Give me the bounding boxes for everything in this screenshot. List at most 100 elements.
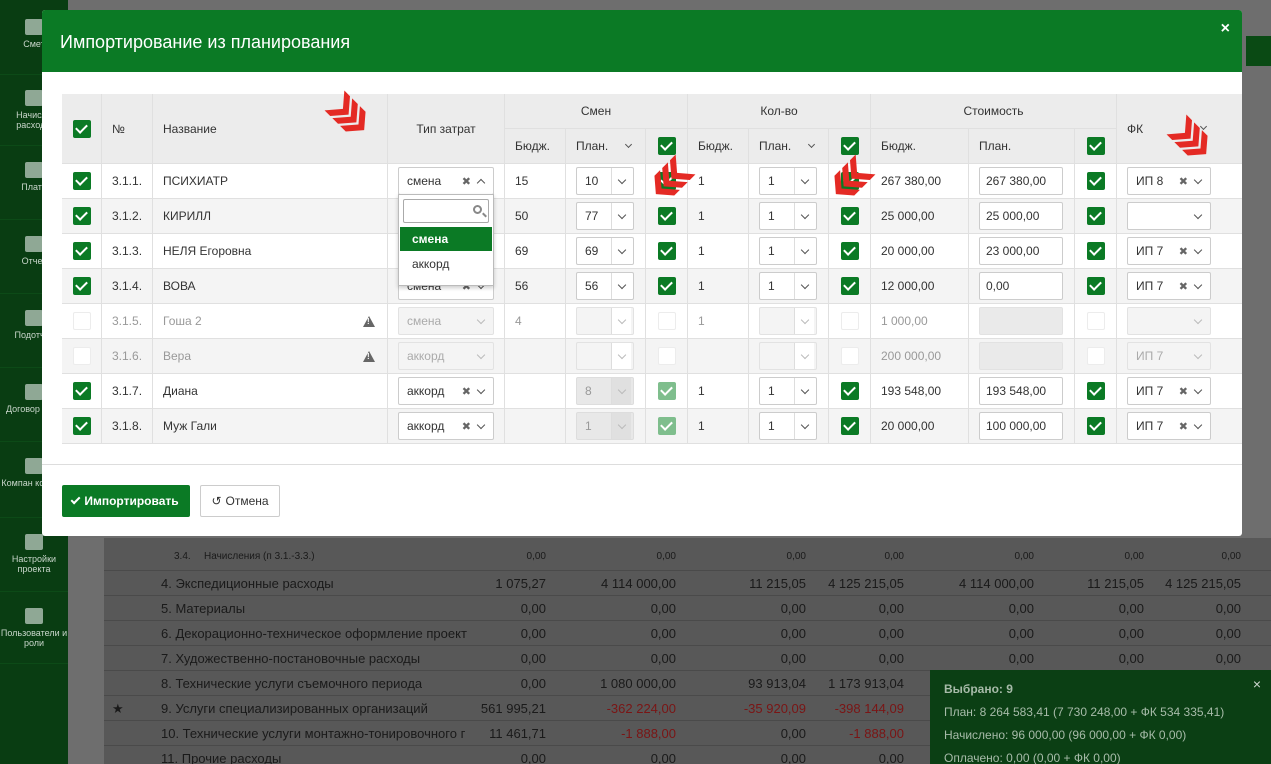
qty-plan-select[interactable]: 1	[759, 272, 817, 300]
row-checkbox[interactable]	[73, 277, 91, 295]
cost-checkbox[interactable]	[1087, 417, 1105, 435]
dropdown-option[interactable]: смена	[400, 227, 492, 251]
chevron-down-icon[interactable]	[471, 413, 491, 439]
qty-plan-select[interactable]: 1	[759, 237, 817, 265]
shifts-checkbox[interactable]	[658, 277, 676, 295]
chevron-down-icon[interactable]	[611, 273, 631, 299]
fk-select[interactable]: ИП 8 ✖	[1127, 167, 1211, 195]
chevron-down-icon[interactable]	[471, 343, 491, 369]
shifts-plan-select[interactable]: 77	[576, 202, 634, 230]
shifts-plan-select[interactable]	[576, 342, 634, 370]
clear-icon[interactable]: ✖	[1179, 385, 1188, 398]
cost-checkbox[interactable]	[1087, 347, 1105, 365]
dropdown-search-input[interactable]	[403, 199, 489, 223]
chevron-down-icon[interactable]	[1188, 308, 1208, 334]
fk-select[interactable]: ИП 7 ✖	[1127, 237, 1211, 265]
cancel-button[interactable]: ↺ Отмена	[200, 485, 280, 517]
chevron-down-icon[interactable]	[794, 168, 814, 194]
chevron-down-icon[interactable]	[807, 140, 816, 149]
cost-type-select[interactable]: аккорд	[398, 342, 494, 370]
cost-plan-input[interactable]: 23 000,00	[979, 237, 1063, 265]
qty-checkbox[interactable]	[841, 417, 859, 435]
cost-checkbox[interactable]	[1087, 277, 1105, 295]
chevron-down-icon[interactable]	[611, 343, 631, 369]
chevron-down-icon[interactable]	[1188, 378, 1208, 404]
chevron-down-icon[interactable]	[471, 308, 491, 334]
fk-select[interactable]	[1127, 307, 1211, 335]
fk-select[interactable]: ИП 7 ✖	[1127, 272, 1211, 300]
shifts-plan-select[interactable]	[576, 307, 634, 335]
fk-select[interactable]: ИП 7 ✖	[1127, 412, 1211, 440]
chevron-down-icon[interactable]	[1188, 203, 1208, 229]
chevron-down-icon[interactable]	[1188, 168, 1208, 194]
row-checkbox[interactable]	[73, 172, 91, 190]
cost-plan-input[interactable]: 193 548,00	[979, 377, 1063, 405]
qty-checkbox[interactable]	[841, 312, 859, 330]
sidebar-item-8[interactable]: Пользователи и роли	[0, 594, 68, 664]
row-checkbox[interactable]	[73, 312, 91, 330]
clear-icon[interactable]: ✖	[1179, 280, 1188, 293]
chevron-down-icon[interactable]	[1188, 238, 1208, 264]
chevron-down-icon[interactable]	[611, 168, 631, 194]
cost-checkbox[interactable]	[1087, 312, 1105, 330]
dropdown-option[interactable]: аккорд	[400, 252, 492, 276]
chevron-down-icon[interactable]	[1188, 343, 1208, 369]
qty-checkbox[interactable]	[841, 277, 859, 295]
shifts-plan-select[interactable]: 69	[576, 237, 634, 265]
chevron-down-icon[interactable]	[611, 413, 631, 439]
modal-close-icon[interactable]: ×	[1221, 20, 1230, 38]
cost-type-select[interactable]: аккорд ✖	[398, 377, 494, 405]
chevron-down-icon[interactable]	[794, 378, 814, 404]
qty-plan-select[interactable]: 1	[759, 167, 817, 195]
row-checkbox[interactable]	[73, 382, 91, 400]
chevron-down-icon[interactable]	[794, 238, 814, 264]
qty-plan-select[interactable]: 1	[759, 377, 817, 405]
cost-plan-input[interactable]: 267 380,00	[979, 167, 1063, 195]
shifts-checkbox[interactable]	[658, 347, 676, 365]
chevron-up-icon[interactable]	[471, 168, 491, 194]
chevron-down-icon[interactable]	[611, 308, 631, 334]
column-select-checkbox[interactable]	[1087, 137, 1105, 155]
qty-checkbox[interactable]	[841, 347, 859, 365]
shifts-checkbox[interactable]	[658, 312, 676, 330]
fk-select[interactable]	[1127, 202, 1211, 230]
chevron-down-icon[interactable]	[624, 140, 633, 149]
chevron-down-icon[interactable]	[471, 378, 491, 404]
cost-plan-input[interactable]: 0,00	[979, 272, 1063, 300]
row-checkbox[interactable]	[73, 242, 91, 260]
cost-checkbox[interactable]	[1087, 382, 1105, 400]
import-button[interactable]: Импортировать	[62, 485, 190, 517]
chevron-down-icon[interactable]	[794, 413, 814, 439]
select-all-checkbox[interactable]	[73, 120, 91, 138]
row-checkbox[interactable]	[73, 347, 91, 365]
chevron-down-icon[interactable]	[794, 343, 814, 369]
cost-plan-input[interactable]	[979, 307, 1063, 335]
chevron-down-icon[interactable]	[794, 308, 814, 334]
clear-icon[interactable]: ✖	[1179, 175, 1188, 188]
shifts-checkbox[interactable]	[658, 242, 676, 260]
clear-icon[interactable]: ✖	[462, 420, 471, 433]
fk-select[interactable]: ИП 7	[1127, 342, 1211, 370]
qty-plan-select[interactable]	[759, 307, 817, 335]
chevron-down-icon[interactable]	[794, 273, 814, 299]
cost-plan-input[interactable]: 25 000,00	[979, 202, 1063, 230]
cost-checkbox[interactable]	[1087, 172, 1105, 190]
summary-close-icon[interactable]: ×	[1253, 676, 1261, 692]
row-checkbox[interactable]	[73, 207, 91, 225]
qty-plan-select[interactable]: 1	[759, 202, 817, 230]
shifts-checkbox[interactable]	[658, 417, 676, 435]
chevron-down-icon[interactable]	[1188, 273, 1208, 299]
cost-checkbox[interactable]	[1087, 207, 1105, 225]
clear-icon[interactable]: ✖	[1179, 420, 1188, 433]
qty-plan-select[interactable]	[759, 342, 817, 370]
qty-plan-select[interactable]: 1	[759, 412, 817, 440]
chevron-down-icon[interactable]	[611, 238, 631, 264]
shifts-plan-select[interactable]: 10	[576, 167, 634, 195]
cost-checkbox[interactable]	[1087, 242, 1105, 260]
fk-select[interactable]: ИП 7 ✖	[1127, 377, 1211, 405]
shifts-plan-select[interactable]: 56	[576, 272, 634, 300]
cost-type-select[interactable]: смена ✖	[398, 167, 494, 195]
chevron-down-icon[interactable]	[794, 203, 814, 229]
shifts-checkbox[interactable]	[658, 382, 676, 400]
row-checkbox[interactable]	[73, 417, 91, 435]
